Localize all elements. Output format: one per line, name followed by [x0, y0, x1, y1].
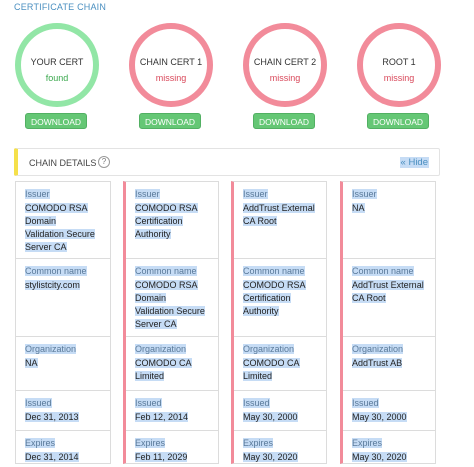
- detail-cell-issuer: Issuer NA: [343, 182, 435, 259]
- detail-cell-common-name: Common name COMODO RSA Certification Author…: [234, 259, 326, 337]
- detail-value: NA: [25, 358, 38, 368]
- download-chain-cert-2-button[interactable]: DOWNLOAD: [253, 113, 315, 129]
- detail-cell-expires: Expires Dec 31, 2014: [16, 431, 110, 465]
- detail-label: Issuer: [352, 189, 377, 199]
- hide-link[interactable]: « Hide: [399, 157, 429, 168]
- detail-label: Issuer: [25, 189, 50, 199]
- detail-cell-organization: Organization NA: [16, 337, 110, 391]
- cert-chain-cert-2: CHAIN CERT 2 missing: [243, 23, 327, 107]
- detail-label: Common name: [352, 266, 414, 276]
- detail-cell-expires: Expires May 30, 2020: [234, 431, 326, 465]
- cert-status: missing: [269, 73, 301, 83]
- detail-value: COMODO RSA Certification Authority: [135, 203, 198, 239]
- detail-value: COMODO CA Limited: [243, 358, 300, 381]
- detail-value: Feb 12, 2014: [135, 412, 189, 422]
- chain-details-title: CHAIN DETAILS: [29, 158, 97, 168]
- chain-column-1: Issuer COMODO RSA Domain Validation Secure S…: [15, 181, 111, 464]
- cert-name: YOUR CERT: [30, 57, 84, 67]
- cert-name: CHAIN CERT 1: [139, 57, 203, 67]
- detail-cell-issuer: Issuer COMODO RSA Certification Authority: [126, 182, 218, 259]
- detail-label: Common name: [25, 266, 87, 276]
- detail-value: AddTrust External CA Root: [352, 280, 424, 303]
- cert-status: missing: [155, 73, 187, 83]
- detail-cell-issued: Issued May 30, 2000: [234, 391, 326, 431]
- detail-label: Issuer: [243, 189, 268, 199]
- detail-cell-common-name: Common name COMODO RSA Domain Validation Se…: [126, 259, 218, 337]
- detail-label: Expires: [25, 438, 56, 448]
- detail-cell-organization: Organization COMODO CA Limited: [234, 337, 326, 391]
- cert-status: found: [45, 73, 69, 83]
- detail-value: NA: [352, 203, 365, 213]
- detail-cell-organization: Organization AddTrust AB: [343, 337, 435, 391]
- detail-value: COMODO RSA Certification Authority: [243, 280, 306, 316]
- download-chain-cert-1-button[interactable]: DOWNLOAD: [139, 113, 201, 129]
- detail-value: AddTrust External CA Root: [243, 203, 315, 226]
- chain-column-2: Issuer COMODO RSA Certification Authority Co…: [123, 181, 219, 464]
- detail-value: COMODO RSA Domain Validation Secure Server …: [135, 280, 205, 329]
- detail-label: Issued: [135, 398, 162, 408]
- detail-label: Expires: [352, 438, 383, 448]
- detail-label: Expires: [135, 438, 166, 448]
- detail-value: May 30, 2020: [352, 452, 407, 462]
- download-root-1-button[interactable]: DOWNLOAD: [367, 113, 429, 129]
- detail-cell-expires: Expires Feb 11, 2029: [126, 431, 218, 465]
- detail-cell-issued: Issued May 30, 2000: [343, 391, 435, 431]
- detail-label: Issued: [243, 398, 270, 408]
- detail-value: May 30, 2000: [243, 412, 298, 422]
- detail-label: Expires: [243, 438, 274, 448]
- detail-cell-common-name: Common name AddTrust External CA Root: [343, 259, 435, 337]
- detail-cell-issuer: Issuer AddTrust External CA Root: [234, 182, 326, 259]
- help-icon[interactable]: ?: [98, 156, 110, 168]
- cert-your-cert: YOUR CERT found: [15, 23, 99, 107]
- detail-label: Issued: [25, 398, 52, 408]
- detail-cell-issued: Issued Feb 12, 2014: [126, 391, 218, 431]
- detail-label: Common name: [135, 266, 197, 276]
- cert-status: missing: [383, 73, 415, 83]
- detail-cell-issued: Issued Dec 31, 2013: [16, 391, 110, 431]
- download-your-cert-button[interactable]: DOWNLOAD: [25, 113, 87, 129]
- detail-cell-common-name: Common name stylistcity.com: [16, 259, 110, 337]
- chain-column-4: Issuer NA Common name AddTrust External CA R…: [340, 181, 436, 464]
- section-heading: CERTIFICATE CHAIN: [14, 2, 107, 12]
- detail-value: stylistcity.com: [25, 280, 80, 290]
- detail-label: Common name: [243, 266, 305, 276]
- detail-label: Organization: [352, 344, 404, 354]
- detail-value: May 30, 2020: [243, 452, 298, 462]
- detail-value: Feb 11, 2029: [135, 452, 188, 462]
- detail-label: Organization: [243, 344, 295, 354]
- cert-name: CHAIN CERT 2: [253, 57, 317, 67]
- detail-cell-organization: Organization COMODO CA Limited: [126, 337, 218, 391]
- detail-value: COMODO RSA Domain Validation Secure Server …: [25, 203, 95, 252]
- detail-cell-expires: Expires May 30, 2020: [343, 431, 435, 465]
- detail-label: Issuer: [135, 189, 160, 199]
- chain-column-3: Issuer AddTrust External CA Root Common nam…: [231, 181, 327, 464]
- cert-chain-cert-1: CHAIN CERT 1 missing: [129, 23, 213, 107]
- chain-details-bar: CHAIN DETAILS ? « Hide: [14, 148, 440, 176]
- detail-value: May 30, 2000: [352, 412, 407, 422]
- detail-label: Issued: [352, 398, 379, 408]
- detail-value: Dec 31, 2014: [25, 452, 79, 462]
- detail-label: Organization: [135, 344, 187, 354]
- cert-name: ROOT 1: [382, 57, 416, 67]
- detail-label: Organization: [25, 344, 77, 354]
- detail-value: Dec 31, 2013: [25, 412, 79, 422]
- detail-value: AddTrust AB: [352, 358, 403, 368]
- detail-cell-issuer: Issuer COMODO RSA Domain Validation Secure S…: [16, 182, 110, 259]
- detail-value: COMODO CA Limited: [135, 358, 192, 381]
- cert-root-1: ROOT 1 missing: [357, 23, 441, 107]
